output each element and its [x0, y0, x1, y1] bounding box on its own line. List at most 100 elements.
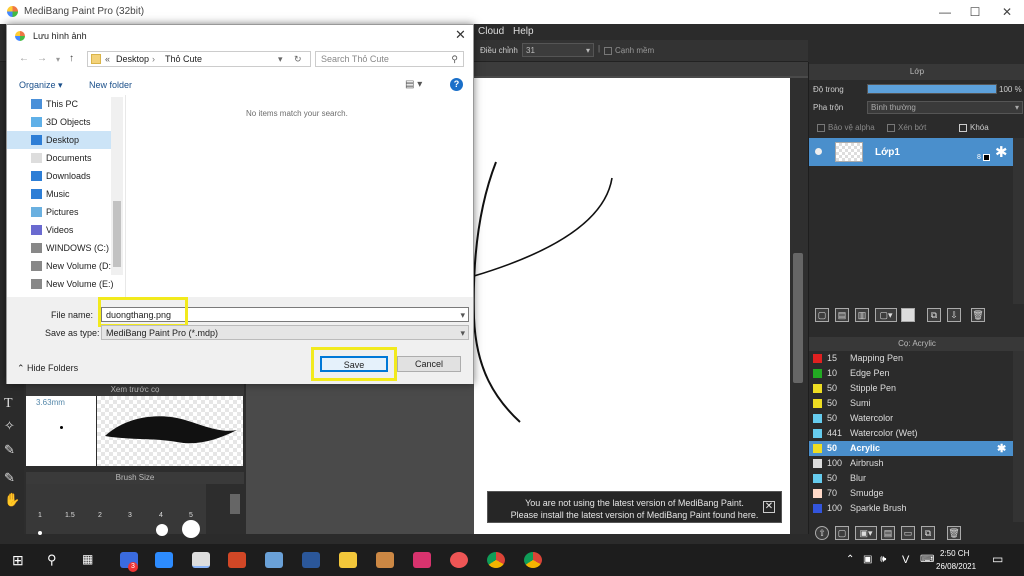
medibang-taskbar-icon[interactable]	[192, 552, 210, 568]
tree-item[interactable]: Music	[7, 185, 111, 203]
tree-item[interactable]: Downloads	[7, 167, 111, 185]
merge-down-icon[interactable]: ⇩	[947, 308, 961, 322]
search-input[interactable]: Search Thỏ Cute ⚲	[315, 51, 464, 67]
word-app-icon[interactable]	[302, 552, 320, 568]
search-taskbar-icon[interactable]: ⚲	[47, 552, 57, 568]
volume-icon[interactable]: 🕪	[880, 554, 886, 565]
brush-item[interactable]: 10 Edge Pen	[809, 366, 1013, 381]
brush-item[interactable]: 50 Blur	[809, 471, 1013, 486]
new-halftone-layer-icon[interactable]: ▤	[835, 308, 849, 322]
lock-checkbox[interactable]: Khóa	[959, 123, 989, 132]
hide-folders-button[interactable]: ⌃ Hide Folders	[17, 363, 78, 374]
breadcrumb-desktop[interactable]: Desktop	[116, 54, 149, 64]
blend-mode-select[interactable]: Bình thường ▾	[867, 101, 1023, 114]
brush-edit-icon[interactable]: ▤	[881, 526, 895, 540]
opacity-slider[interactable]	[867, 84, 997, 94]
size-4[interactable]: 4	[159, 512, 163, 519]
address-dropdown-icon[interactable]: ▾	[278, 54, 283, 65]
pen-tool-icon[interactable]: ✎	[4, 470, 15, 486]
minimize-button[interactable]: —	[930, 3, 960, 21]
tree-item[interactable]: Videos	[7, 221, 111, 239]
protect-alpha-checkbox[interactable]: Bảo vệ alpha	[817, 123, 875, 132]
tree-item[interactable]: This PC	[7, 95, 111, 113]
size-1-5[interactable]: 1.5	[65, 512, 75, 519]
size-2[interactable]: 2	[98, 512, 102, 519]
size-1[interactable]: 1	[38, 512, 42, 519]
notification-close-icon[interactable]: ✕	[763, 501, 775, 513]
brush-scrollbar[interactable]	[1013, 351, 1024, 522]
maximize-button[interactable]: ☐	[960, 3, 990, 21]
clock-date[interactable]: 26/08/2021	[936, 562, 976, 571]
brush-item[interactable]: 100 Sparkle Brush	[809, 501, 1013, 516]
tree-item[interactable]: WINDOWS (C:)	[7, 239, 111, 257]
save-button[interactable]: Save	[320, 356, 388, 372]
tree-item[interactable]: New Volume (E:)	[7, 275, 114, 293]
drawing-canvas[interactable]	[472, 78, 790, 534]
new-folder-icon[interactable]	[901, 308, 915, 322]
chrome-app-icon[interactable]	[487, 552, 505, 568]
address-bar[interactable]: « Desktop › Thỏ Cute ▾ ↻	[87, 51, 311, 67]
tray-app-icon[interactable]: ▣	[863, 554, 872, 565]
scroll-thumb[interactable]	[793, 253, 803, 383]
add-layer-dropdown-icon[interactable]: ▢▾	[875, 308, 897, 322]
new-layer-icon[interactable]: ▢	[815, 308, 829, 322]
new-8bit-layer-icon[interactable]: ▥	[855, 308, 869, 322]
tree-scrollbar[interactable]	[111, 97, 123, 275]
zoom-app-icon[interactable]	[155, 552, 173, 568]
cancel-button[interactable]: Cancel	[397, 356, 461, 372]
brush-duplicate-icon[interactable]: ⧉	[921, 526, 935, 540]
brush-item[interactable]: 50 Acrylic ✱	[809, 441, 1013, 456]
view-options-icon[interactable]: ▤ ▾	[405, 79, 422, 90]
paint-app-icon[interactable]	[265, 552, 283, 568]
tree-item[interactable]: 3D Objects	[7, 113, 111, 131]
text-tool-icon[interactable]: T	[4, 396, 13, 412]
clipping-checkbox[interactable]: Xén bớt	[887, 123, 926, 132]
brush-cloud-icon[interactable]: ⇧	[815, 526, 829, 540]
tree-item[interactable]: Pictures	[7, 203, 111, 221]
brush-item[interactable]: 100 Airbrush	[809, 456, 1013, 471]
menu-help[interactable]: Help	[513, 26, 534, 37]
task-view-icon[interactable]: ▦	[82, 552, 93, 566]
tree-item[interactable]: Documents	[7, 149, 111, 167]
back-arrow-icon[interactable]: ←	[19, 53, 29, 64]
tree-item[interactable]: Desktop	[7, 131, 111, 149]
adjust-select[interactable]: 31 ▾	[522, 43, 594, 57]
app-icon-2[interactable]	[413, 552, 431, 568]
brush-folder-icon[interactable]: ▭	[901, 526, 915, 540]
brush-item[interactable]: 50 Sumi	[809, 396, 1013, 411]
dialog-close-icon[interactable]: ✕	[455, 27, 466, 43]
layer-scrollbar[interactable]	[1013, 138, 1024, 304]
file-explorer-icon[interactable]	[339, 552, 357, 568]
new-folder-button[interactable]: New folder	[89, 80, 132, 90]
help-icon[interactable]: ?	[450, 78, 463, 91]
tree-item[interactable]: New Volume (D:	[7, 257, 111, 275]
up-arrow-icon[interactable]: ↑	[69, 53, 74, 64]
clock-time[interactable]: 2:50 CH	[940, 549, 969, 558]
organize-button[interactable]: Organize ▾	[19, 80, 63, 91]
tray-expand-icon[interactable]: ⌃	[846, 554, 854, 565]
notifications-icon[interactable]: ▭	[992, 552, 1003, 566]
canvas-vertical-scrollbar[interactable]	[790, 78, 808, 534]
windows-start-icon[interactable]: ⊞	[12, 552, 24, 569]
brush-item[interactable]: 50 Watercolor	[809, 411, 1013, 426]
update-notification[interactable]: You are not using the latest version of …	[487, 491, 782, 523]
app-icon-3[interactable]	[450, 552, 468, 568]
keyboard-icon[interactable]: ⌨	[920, 554, 934, 565]
layer-row[interactable]: Lớp1 8 ✱	[809, 138, 1013, 166]
hand-tool-icon[interactable]: ✋	[4, 492, 20, 508]
powerpoint-app-icon[interactable]	[228, 552, 246, 568]
save-type-select[interactable]: MediBang Paint Pro (*.mdp) ▾	[101, 325, 469, 340]
brush-item[interactable]: 70 Smudge	[809, 486, 1013, 501]
brush-add-icon[interactable]: ▢	[835, 526, 849, 540]
brush-item[interactable]: 15 Mapping Pen	[809, 351, 1013, 366]
brush-item[interactable]: 50 Stipple Pen	[809, 381, 1013, 396]
close-window-button[interactable]: ✕	[992, 3, 1022, 21]
brush-settings-gear-icon[interactable]: ✱	[997, 442, 1006, 455]
lasso-tool-icon[interactable]: ✧	[4, 418, 15, 434]
breadcrumb-tho-cute[interactable]: Thỏ Cute	[165, 54, 202, 64]
brush-add-dropdown-icon[interactable]: ▣▾	[855, 526, 877, 540]
menu-cloud[interactable]: Cloud	[478, 26, 504, 37]
size-3[interactable]: 3	[128, 512, 132, 519]
size-5[interactable]: 5	[189, 512, 193, 519]
duplicate-layer-icon[interactable]: ⧉	[927, 308, 941, 322]
